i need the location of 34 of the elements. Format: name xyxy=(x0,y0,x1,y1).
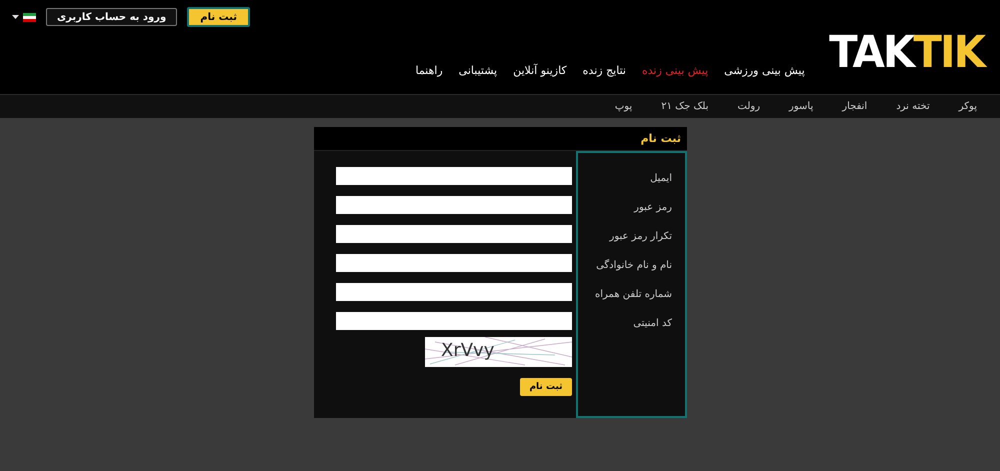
caret-icon[interactable] xyxy=(12,15,19,19)
input-field[interactable] xyxy=(336,196,572,214)
input-field[interactable] xyxy=(336,225,572,243)
field-label: رمز عبور xyxy=(634,201,673,215)
submit-button[interactable]: ثبت نام xyxy=(520,378,572,396)
flag-icon[interactable] xyxy=(23,12,36,22)
menu-link[interactable]: پیش بینی زنده xyxy=(642,64,708,77)
input-field[interactable] xyxy=(336,167,572,185)
panel-title: ثبت نام xyxy=(640,132,681,145)
menu-link[interactable]: تخته نرد xyxy=(896,101,930,112)
menu-link[interactable]: انفجار xyxy=(842,101,868,112)
menu-link[interactable]: راهنما xyxy=(415,64,443,77)
input-field[interactable] xyxy=(336,312,572,330)
field-label: کد امنیتی xyxy=(633,317,673,331)
register-button[interactable]: ثبت نام xyxy=(187,7,250,27)
logo-word[interactable]: TIK xyxy=(913,35,984,71)
field-label: ایمیل xyxy=(650,172,673,186)
menu-link[interactable]: پیش بینی ورزشی xyxy=(724,64,805,77)
menu-link[interactable]: کازینو آنلاین xyxy=(513,64,567,77)
menu-link[interactable]: پشتیبانی xyxy=(458,64,498,77)
input-field[interactable] xyxy=(336,254,572,272)
field-label: شماره تلفن همراه xyxy=(595,288,673,302)
input-field[interactable] xyxy=(336,283,572,301)
field-label: نام و نام خانوادگی xyxy=(596,258,673,273)
captcha-text: XrVvy xyxy=(441,340,494,361)
login-button[interactable]: ورود به حساب کاربری xyxy=(46,8,178,26)
menu-link[interactable]: رولت xyxy=(738,101,760,112)
field-label: تکرار رمز عبور xyxy=(610,230,673,244)
menu-link[interactable]: پوکر xyxy=(958,101,977,112)
logo-word[interactable]: TAK xyxy=(828,35,914,71)
menu-link[interactable]: پوپ xyxy=(614,101,632,112)
menu-link[interactable]: نتایج زنده xyxy=(582,64,626,77)
menu-link[interactable]: بلک جک ۲۱ xyxy=(661,101,708,112)
menu-link[interactable]: پاسور xyxy=(789,101,814,112)
